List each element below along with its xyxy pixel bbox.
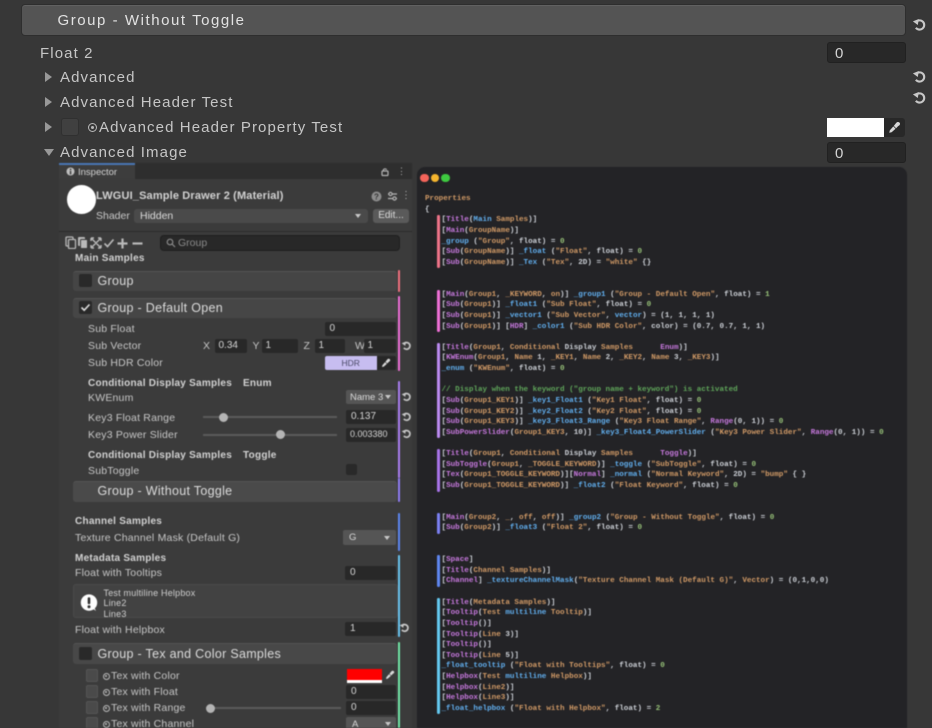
- svg-text:?: ?: [374, 192, 379, 201]
